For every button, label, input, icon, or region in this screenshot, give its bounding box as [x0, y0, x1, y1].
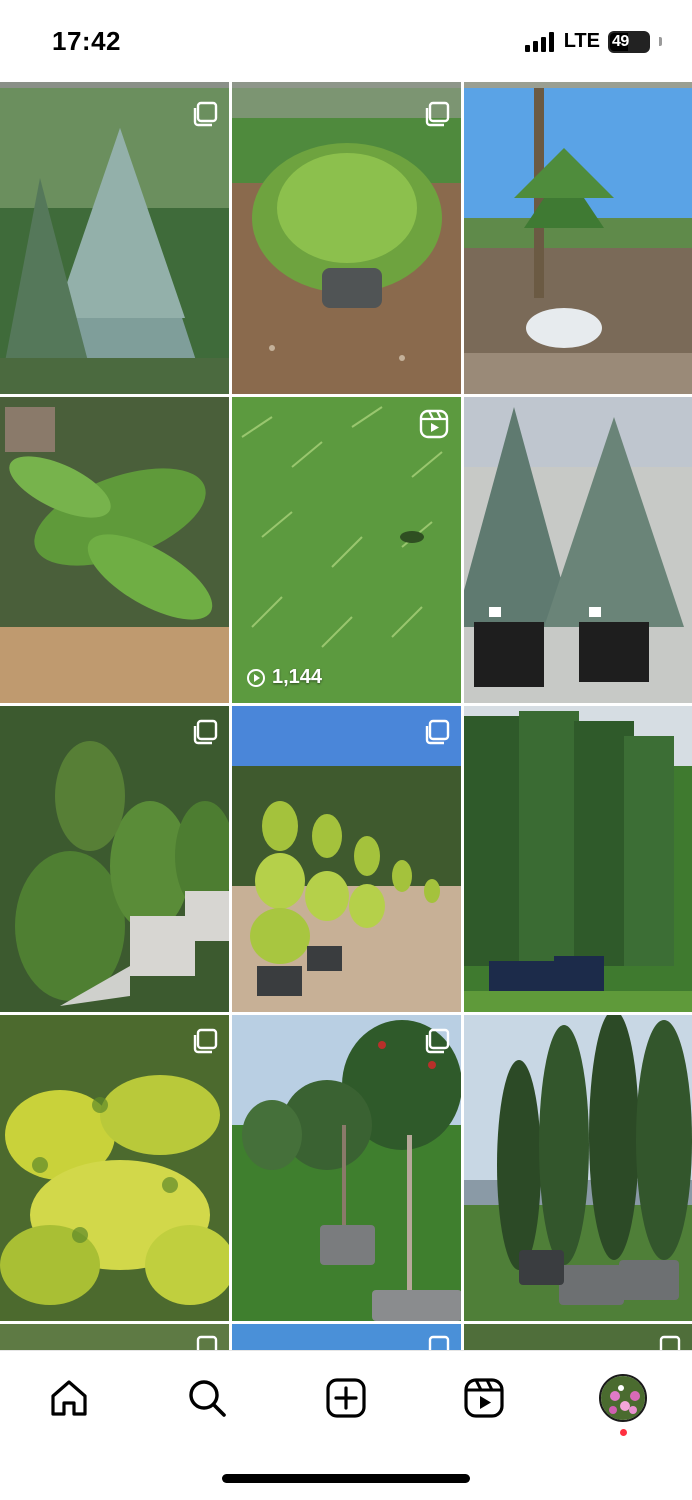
carousel-icon: [193, 1028, 218, 1054]
nav-home[interactable]: [42, 1371, 96, 1425]
network-type: LTE: [563, 30, 600, 52]
home-icon: [51, 1380, 87, 1416]
post-tile[interactable]: [464, 706, 692, 1012]
post-tile[interactable]: [0, 706, 229, 1012]
plus-square-icon: [326, 1378, 366, 1418]
nav-search[interactable]: [180, 1371, 234, 1425]
search-icon: [189, 1380, 226, 1417]
nav-reels[interactable]: [457, 1371, 511, 1425]
battery-cap: [659, 37, 662, 46]
carousel-icon: [425, 101, 450, 127]
battery-icon: 49: [608, 30, 650, 53]
post-tile[interactable]: [0, 1324, 229, 1350]
reel-view-count: 1,144: [246, 666, 322, 689]
carousel-icon: [196, 1335, 218, 1350]
post-tile[interactable]: [0, 397, 229, 703]
status-time: 17:42: [52, 26, 121, 56]
battery-level: 49: [612, 32, 629, 50]
status-indicators: LTE 49: [524, 30, 662, 53]
reels-icon: [464, 1378, 504, 1418]
avatar: [599, 1374, 647, 1422]
carousel-icon: [425, 719, 450, 745]
post-tile-edge: [464, 82, 692, 88]
carousel-icon: [659, 1335, 681, 1350]
nav-create[interactable]: [319, 1371, 373, 1425]
carousel-icon: [193, 719, 218, 745]
post-tile-edge: [232, 82, 461, 88]
post-tile[interactable]: 1,144: [232, 397, 461, 703]
post-tile-edge: [0, 82, 229, 88]
profile-grid[interactable]: 1,144: [0, 82, 692, 1350]
post-tile[interactable]: [232, 88, 461, 394]
post-tile[interactable]: [232, 1015, 461, 1321]
reel-icon: [419, 409, 449, 439]
carousel-icon: [425, 1028, 450, 1054]
play-count-icon: [247, 668, 265, 687]
nav-profile[interactable]: [596, 1371, 650, 1425]
post-tile[interactable]: [232, 1324, 461, 1350]
signal-icon: [524, 31, 554, 52]
post-tile[interactable]: [464, 1324, 692, 1350]
home-indicator: [222, 1474, 470, 1483]
post-tile[interactable]: [0, 1015, 229, 1321]
post-tile[interactable]: [0, 88, 229, 394]
post-tile[interactable]: [464, 88, 692, 394]
carousel-icon: [193, 101, 218, 127]
carousel-icon: [428, 1335, 450, 1350]
status-bar: 17:42 LTE 49: [0, 0, 692, 82]
view-count-label: 1,144: [272, 666, 323, 688]
post-tile[interactable]: [464, 397, 692, 703]
post-tile[interactable]: [464, 1015, 692, 1321]
post-tile[interactable]: [232, 706, 461, 1012]
profile-notification-dot: [620, 1429, 627, 1436]
